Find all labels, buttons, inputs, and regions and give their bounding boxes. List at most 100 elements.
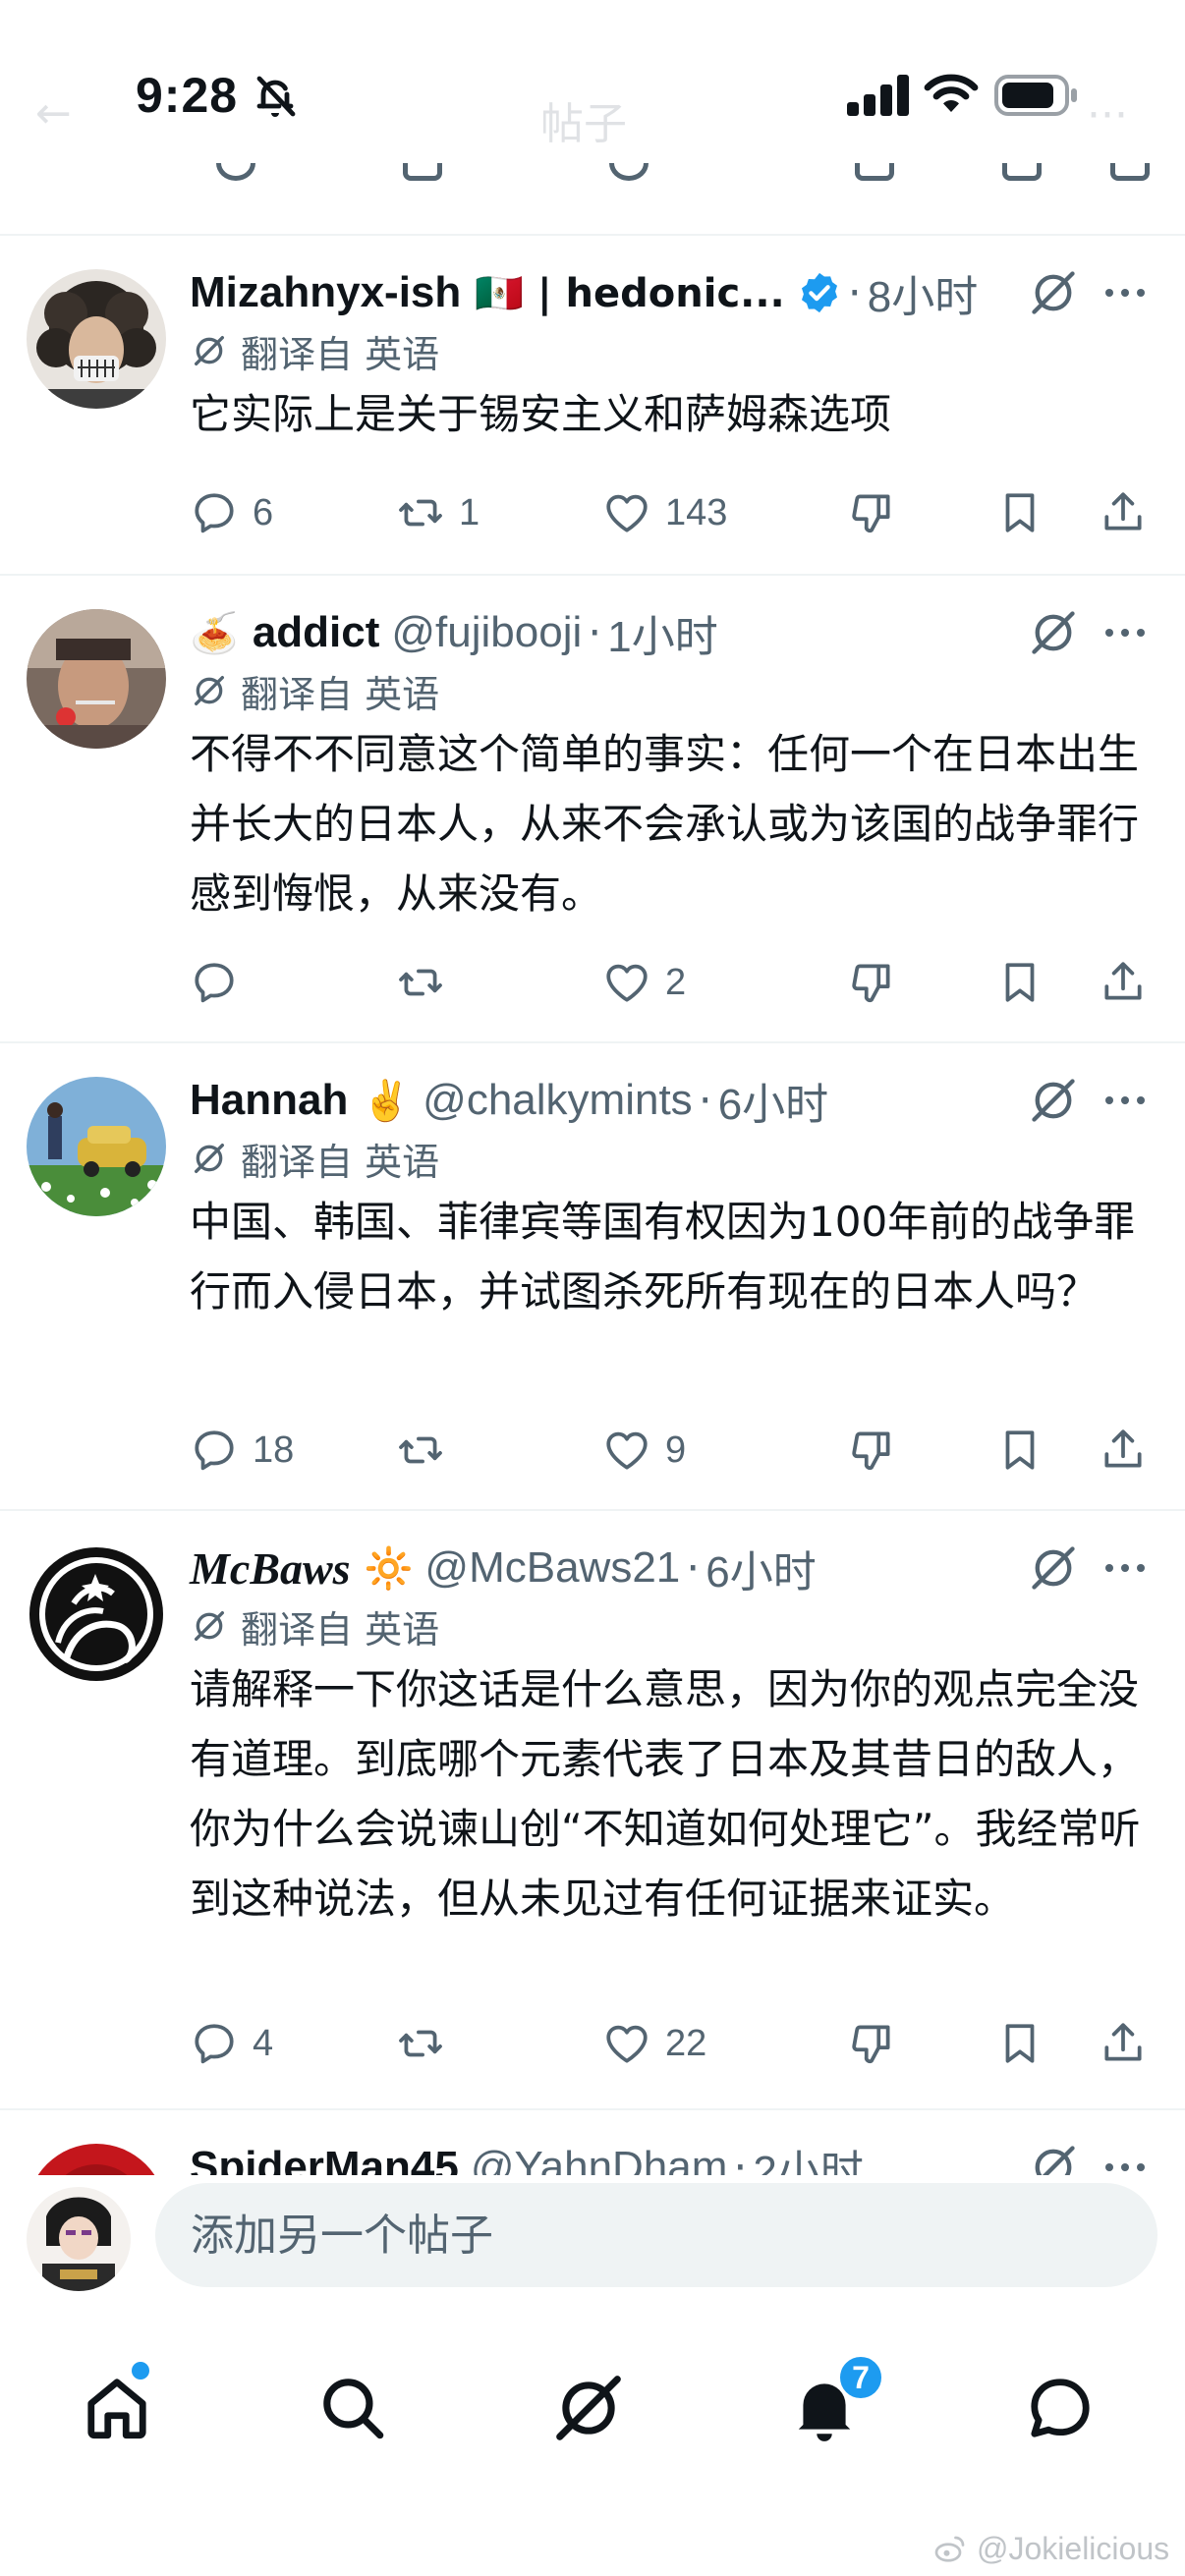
header-more-button[interactable]: ··· <box>1087 90 1128 140</box>
bookmark-button[interactable] <box>995 1421 1058 1480</box>
handle[interactable]: @fujibooji <box>391 608 582 657</box>
repost-button[interactable] <box>396 1421 459 1480</box>
avatar[interactable] <box>27 609 166 749</box>
post-text: 中国、韩国、菲律宾等国有权因为100年前的战争罪行而入侵日本，并试图杀死所有现在… <box>190 1198 1136 1316</box>
repost-button[interactable] <box>396 2014 459 2073</box>
handle[interactable]: @YahnDham <box>471 2143 728 2175</box>
grok-icon[interactable] <box>1028 1542 1079 1594</box>
post-actions: 6 1 143 <box>190 483 1153 542</box>
separator-dot: · <box>847 267 862 318</box>
reply-post[interactable]: McBaws 🔆 @McBaws21 · 6小时 翻译自 英语 请解释一下你这话… <box>0 1509 1185 2108</box>
back-button[interactable]: ← <box>35 88 72 139</box>
reply-post[interactable]: Hannah ✌️ @chalkymints · 6小时 翻译自 英语 中国、韩… <box>0 1041 1185 1509</box>
weibo-logo-icon <box>934 2536 965 2562</box>
post-actions: 4 22 <box>190 2014 1153 2073</box>
reply-button[interactable]: 18 <box>190 1421 294 1480</box>
post-time[interactable]: 8小时 <box>868 261 978 324</box>
dislike-button[interactable] <box>848 1421 911 1480</box>
handle[interactable]: @chalkymints <box>423 1076 693 1125</box>
dislike-button[interactable] <box>848 483 911 542</box>
post-text: 它实际上是关于锡安主义和萨姆森选项 <box>190 390 892 438</box>
share-button[interactable] <box>1099 1421 1161 1480</box>
reply-count: 4 <box>253 2022 274 2064</box>
repost-button[interactable] <box>396 953 459 1012</box>
tab-home[interactable] <box>73 2364 161 2452</box>
post-time[interactable]: 1小时 <box>607 601 717 664</box>
bookmark-icon <box>995 1426 1044 1475</box>
grok-icon[interactable] <box>1028 1075 1079 1126</box>
display-name[interactable]: addict <box>253 608 380 657</box>
translated-label[interactable]: 翻译自 英语 <box>190 1134 439 1184</box>
translated-label[interactable]: 翻译自 英语 <box>190 666 440 716</box>
post-header: SpiderMan45 @YahnDham · 2小时 <box>190 2136 864 2176</box>
translate-icon <box>190 1606 229 1646</box>
compose-input[interactable] <box>155 2183 1157 2287</box>
more-icon[interactable] <box>1102 1093 1148 1107</box>
reply-button[interactable]: 6 <box>190 483 273 542</box>
reply-post[interactable]: Mizahnyx-ish 🇲🇽 | hedonic... · 8小时 翻译自 英… <box>0 234 1185 574</box>
more-icon[interactable] <box>1102 626 1148 640</box>
status-bar: ← 帖子 ··· 9:28 <box>0 0 1185 196</box>
handle[interactable]: @McBaws21 <box>424 1543 680 1593</box>
display-name[interactable]: McBaws <box>190 1542 351 1595</box>
my-avatar[interactable] <box>27 2187 131 2291</box>
like-button[interactable]: 22 <box>602 2014 706 2073</box>
translated-text: 翻译自 英语 <box>241 672 440 716</box>
grok-icon[interactable] <box>1028 267 1079 318</box>
more-icon[interactable] <box>1102 1561 1148 1575</box>
bookmark-button[interactable] <box>995 953 1058 1012</box>
like-button[interactable]: 2 <box>602 953 686 1012</box>
like-icon <box>602 958 651 1007</box>
dislike-button[interactable] <box>848 2014 911 2073</box>
post-time[interactable]: 6小时 <box>718 1069 828 1132</box>
compose-bar <box>0 2175 1185 2313</box>
grok-icon[interactable] <box>1028 2142 1079 2175</box>
like-button[interactable]: 9 <box>602 1421 686 1480</box>
tab-grok[interactable] <box>544 2364 633 2452</box>
display-name[interactable]: SpiderMan45 <box>190 2143 459 2175</box>
post-text: 不得不不同意这个简单的事实：任何一个在日本出生并长大的日本人，从来不会承认或为该… <box>190 730 1140 918</box>
translate-icon <box>190 1139 229 1178</box>
dislike-icon <box>848 1426 897 1475</box>
separator-dot: · <box>686 1542 701 1594</box>
post-time[interactable]: 6小时 <box>705 1537 816 1599</box>
post-actions: 18 9 <box>190 1421 1153 1480</box>
dislike-button[interactable] <box>848 953 911 1012</box>
reply-icon <box>190 488 239 537</box>
like-button[interactable]: 143 <box>602 483 727 542</box>
reply-button[interactable]: 4 <box>190 2014 273 2073</box>
translated-text: 翻译自 英语 <box>241 332 440 376</box>
bookmark-button[interactable] <box>995 483 1058 542</box>
grok-icon[interactable] <box>1028 607 1079 658</box>
home-new-indicator <box>132 2362 149 2380</box>
avatar[interactable] <box>27 269 166 409</box>
reply-post[interactable]: 🍝 addict @fujibooji · 1小时 翻译自 英语 不得不不同意这… <box>0 574 1185 1041</box>
reply-icon <box>190 2019 239 2068</box>
more-icon[interactable] <box>1102 2160 1148 2174</box>
reply-post[interactable]: SpiderMan45 @YahnDham · 2小时 <box>0 2108 1185 2175</box>
display-name[interactable]: Hannah <box>190 1076 348 1125</box>
home-icon <box>87 2379 146 2439</box>
avatar[interactable] <box>27 1544 166 1684</box>
share-button[interactable] <box>1099 483 1161 542</box>
post-header: Mizahnyx-ish 🇲🇽 | hedonic... · 8小时 <box>190 263 978 322</box>
display-name-suffix: 🇲🇽 | hedonic... <box>475 270 785 316</box>
repost-button[interactable]: 1 <box>396 483 480 542</box>
post-time[interactable]: 2小时 <box>753 2136 863 2175</box>
translated-label[interactable]: 翻译自 英语 <box>190 326 440 376</box>
watermark: @Jokielicious <box>933 2531 1169 2567</box>
avatar[interactable] <box>27 2144 166 2175</box>
verified-badge-icon <box>801 272 837 313</box>
translated-label[interactable]: 翻译自 英语 <box>190 1601 439 1652</box>
repost-count: 1 <box>459 491 480 533</box>
bookmark-button[interactable] <box>995 2014 1058 2073</box>
display-name[interactable]: Mizahnyx-ish <box>190 268 461 317</box>
avatar[interactable] <box>27 1077 166 1216</box>
share-button[interactable] <box>1099 953 1161 1012</box>
more-icon[interactable] <box>1102 286 1148 300</box>
reply-button[interactable] <box>190 953 253 1012</box>
bookmark-icon <box>995 958 1044 1007</box>
share-button[interactable] <box>1099 2014 1161 2073</box>
tab-search[interactable] <box>309 2364 397 2452</box>
tab-messages[interactable] <box>1016 2364 1104 2452</box>
